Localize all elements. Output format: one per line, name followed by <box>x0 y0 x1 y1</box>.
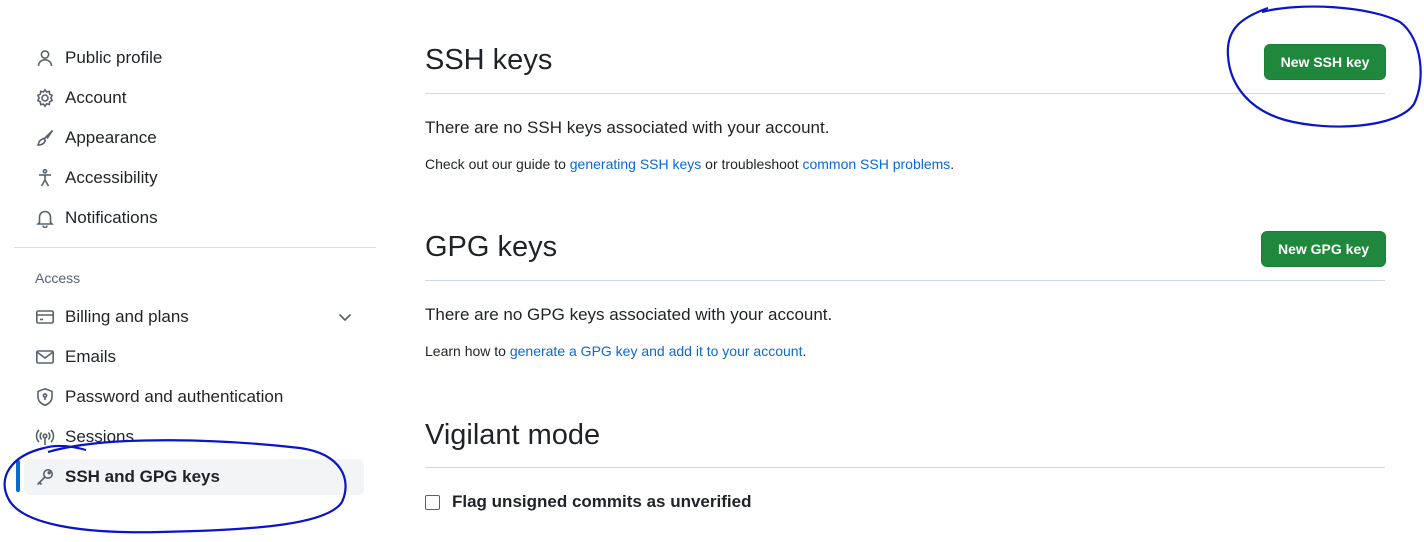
gpg-help-prefix: Learn how to <box>425 343 510 359</box>
bell-icon <box>34 207 56 229</box>
paintbrush-icon <box>34 127 56 149</box>
sidebar-item-label: Accessibility <box>65 168 158 187</box>
sidebar-item-sessions[interactable]: Sessions <box>24 419 364 455</box>
sidebar-item-label: SSH and GPG keys <box>65 467 220 486</box>
gpg-keys-title: GPG keys <box>425 231 558 263</box>
sidebar-item-label: Public profile <box>65 48 163 67</box>
sidebar-item-appearance[interactable]: Appearance <box>24 120 364 156</box>
ssh-help-prefix: Check out our guide to <box>425 156 570 172</box>
vigilant-mode-title: Vigilant mode <box>425 419 601 451</box>
active-indicator <box>16 460 20 492</box>
gear-icon <box>34 87 56 109</box>
key-icon <box>34 466 56 488</box>
ssh-divider <box>425 93 1385 94</box>
accessibility-icon <box>34 167 56 189</box>
sidebar-item-password-authentication[interactable]: Password and authentication <box>24 379 364 415</box>
generate-gpg-key-link[interactable]: generate a GPG key and add it to your ac… <box>510 343 803 359</box>
settings-sidebar: Public profile Account Appearance Access… <box>0 0 380 542</box>
sidebar-item-account[interactable]: Account <box>24 80 364 116</box>
new-ssh-key-button[interactable]: New SSH key <box>1264 44 1386 80</box>
flag-unsigned-commits-label: Flag unsigned commits as unverified <box>452 492 752 511</box>
flag-unsigned-commits-option[interactable]: Flag unsigned commits as unverified <box>425 492 751 512</box>
ssh-help-text: Check out our guide to generating SSH ke… <box>425 156 954 172</box>
gpg-help-suffix: . <box>802 343 807 359</box>
gpg-help-text: Learn how to generate a GPG key and add … <box>425 343 806 359</box>
sidebar-item-label: Notifications <box>65 208 158 227</box>
flag-unsigned-commits-checkbox[interactable] <box>425 494 440 510</box>
credit-card-icon <box>34 306 56 328</box>
sidebar-item-billing[interactable]: Billing and plans <box>24 299 364 335</box>
sidebar-divider <box>14 247 376 248</box>
sidebar-item-label: Password and authentication <box>65 387 284 406</box>
chevron-down-icon[interactable] <box>336 308 354 326</box>
ssh-help-middle: or troubleshoot <box>701 156 803 172</box>
generating-ssh-keys-link[interactable]: generating SSH keys <box>570 156 702 172</box>
gpg-empty-message: There are no GPG keys associated with yo… <box>425 305 833 324</box>
sidebar-item-label: Appearance <box>65 128 157 147</box>
sidebar-item-label: Billing and plans <box>65 307 189 326</box>
sidebar-item-ssh-gpg-keys[interactable]: SSH and GPG keys <box>24 459 364 495</box>
gpg-divider <box>425 280 1385 281</box>
sidebar-item-notifications[interactable]: Notifications <box>24 200 364 236</box>
sidebar-group-title: Access <box>35 270 81 286</box>
broadcast-icon <box>34 426 56 448</box>
sidebar-item-accessibility[interactable]: Accessibility <box>24 160 364 196</box>
new-gpg-key-button[interactable]: New GPG key <box>1261 231 1386 267</box>
vigilant-divider <box>425 467 1385 468</box>
sidebar-item-label: Emails <box>65 347 117 366</box>
ssh-keys-title: SSH keys <box>425 44 553 76</box>
mail-icon <box>34 346 56 368</box>
common-ssh-problems-link[interactable]: common SSH problems <box>802 156 950 172</box>
sidebar-item-public-profile[interactable]: Public profile <box>24 40 364 76</box>
shield-lock-icon <box>34 386 56 408</box>
sidebar-item-emails[interactable]: Emails <box>24 339 364 375</box>
sidebar-item-label: Account <box>65 88 127 107</box>
ssh-help-suffix: . <box>950 156 955 172</box>
person-icon <box>34 47 56 69</box>
ssh-empty-message: There are no SSH keys associated with yo… <box>425 118 830 137</box>
sidebar-item-label: Sessions <box>65 427 134 446</box>
